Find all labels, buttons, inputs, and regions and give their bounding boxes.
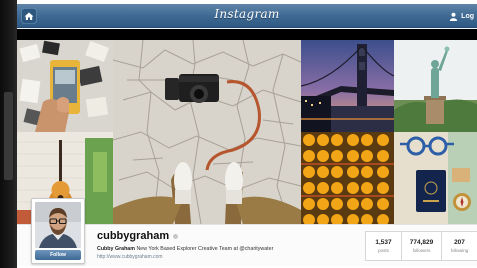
more-options-icon[interactable]	[173, 233, 179, 239]
photo-tile[interactable]	[394, 132, 477, 224]
profile-stats: 1,537 posts 774,829 followers 207 follow…	[365, 231, 477, 261]
photo-tile-featured[interactable]	[113, 40, 301, 224]
photo-tile[interactable]	[394, 40, 477, 132]
bio-name: Cubby Graham	[97, 246, 135, 252]
stat-followers[interactable]: 774,829 followers	[401, 231, 442, 261]
stat-label: followers	[412, 248, 431, 253]
profile-card: Follow	[31, 198, 85, 264]
bio-text: New York Based Explorer Creative Team at…	[136, 246, 274, 252]
stat-label: following	[450, 248, 469, 253]
header-band	[17, 29, 477, 40]
username[interactable]: cubbygraham	[97, 230, 169, 242]
instagram-screen: Instagram Log Follow cubbygraham Cubby G…	[17, 4, 477, 266]
stat-value: 207	[454, 239, 465, 246]
photo-tile[interactable]	[17, 40, 113, 132]
device-bezel	[0, 0, 17, 268]
profile-url-link[interactable]: http://www.cubbygraham.com	[97, 254, 163, 260]
stat-posts[interactable]: 1,537 posts	[365, 231, 402, 261]
top-nav-bar: Instagram Log	[17, 4, 477, 28]
photo-tile[interactable]	[301, 40, 394, 132]
photo-tile[interactable]	[301, 132, 394, 224]
stat-value: 774,829	[409, 239, 434, 246]
photo-grid	[17, 40, 477, 224]
avatar[interactable]	[35, 202, 81, 248]
stat-value: 1,537	[375, 239, 392, 246]
instagram-logo: Instagram	[214, 7, 280, 21]
user-icon	[450, 12, 458, 21]
profile-bio: Cubby Graham New York Based Explorer Cre…	[97, 246, 273, 252]
stat-following[interactable]: 207 following	[441, 231, 477, 261]
username-row: cubbygraham	[97, 230, 179, 242]
login-label: Log	[461, 12, 474, 20]
stat-label: posts	[378, 248, 389, 253]
profile-header: Follow cubbygraham Cubby Graham New York…	[17, 198, 477, 266]
login-button[interactable]: Log	[449, 9, 474, 23]
follow-button[interactable]: Follow	[35, 250, 81, 260]
